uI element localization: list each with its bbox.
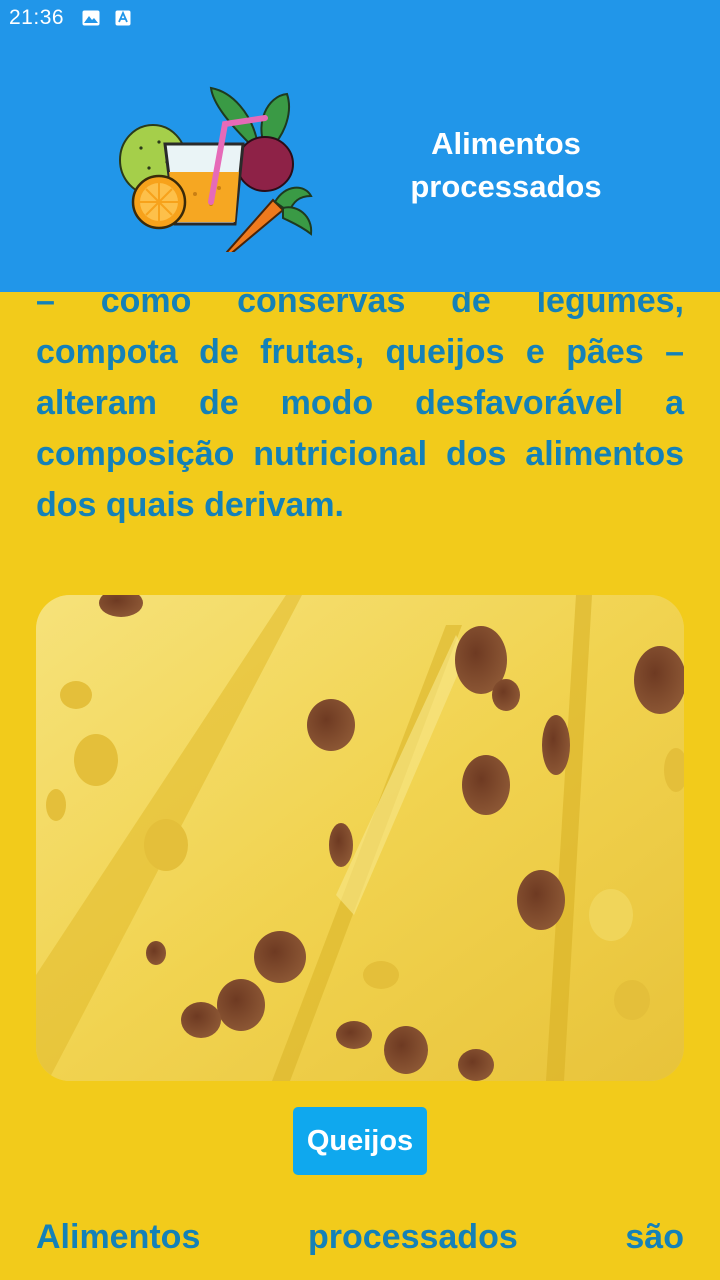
app-header: Alimentos processados xyxy=(0,36,720,292)
image-notification-icon xyxy=(82,10,100,26)
queijos-caption-button[interactable]: Queijos xyxy=(293,1107,427,1175)
status-bar: 21:36 xyxy=(0,0,720,36)
status-time: 21:36 xyxy=(9,6,65,29)
paragraph-text: – como conservas de legumes, compota de … xyxy=(36,292,684,524)
fruit-juice-vegetables-logo xyxy=(115,84,320,263)
swiss-cheese-slices-photo xyxy=(36,595,684,1081)
keyboard-notification-icon xyxy=(115,10,133,26)
paragraph-text-bottom: Alimentos processados são xyxy=(36,1218,684,1256)
content-area[interactable]: – como conservas de legumes, compota de … xyxy=(0,292,720,1280)
page-title: Alimentos processados xyxy=(410,126,602,204)
